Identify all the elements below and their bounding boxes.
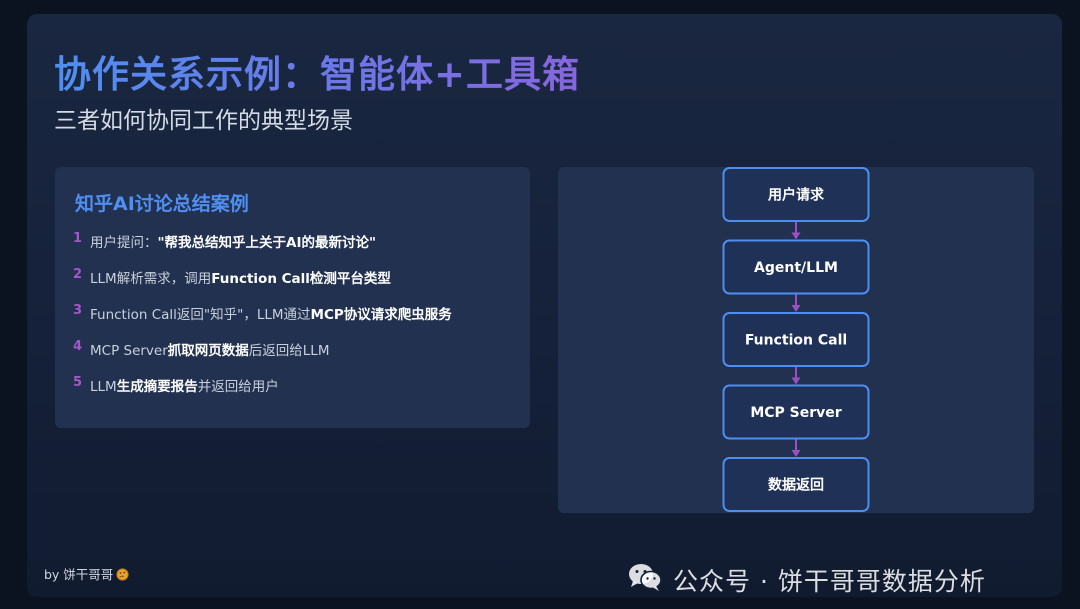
case-step-plain: LLM解析需求，调用 [90, 271, 212, 287]
case-step-plain: LLM [90, 379, 117, 395]
case-step-highlight: "帮我总结知乎上关于AI的最新讨论" [157, 235, 377, 251]
author-byline: by 饼干哥哥 [44, 564, 129, 584]
case-step: 1 用户提问："帮我总结知乎上关于AI的最新讨论" [73, 231, 452, 267]
case-step: 5 LLM生成摘要报告并返回给用户 [73, 375, 452, 411]
case-step-plain: 后返回给LLM [248, 343, 330, 359]
arrow-down-icon [791, 305, 801, 312]
slide-subtitle: 三者如何协同工作的典型场景 [54, 108, 353, 134]
case-step-number: 2 [73, 267, 83, 282]
case-step-number: 1 [73, 231, 83, 246]
flow-diagram-panel: 用户请求 Agent/LLM Function Call MCP Server 数据返回 [558, 167, 1034, 513]
case-step: 2 LLM解析需求，调用Function Call检测平台类型 [73, 267, 452, 303]
flow-node: 数据返回 [722, 457, 870, 512]
arrow-down-icon [791, 232, 801, 240]
case-step: 4 MCP Server抓取网页数据后返回给LLM [73, 339, 452, 375]
flow-node: Function Call [722, 312, 870, 367]
wechat-icon [627, 562, 663, 597]
case-step-number: 5 [73, 375, 83, 390]
flow-node-label: 用户请求 [768, 187, 825, 204]
flow-node-label: 数据返回 [768, 477, 824, 494]
watermark-text: 公众号 · 饼干哥哥数据分析 [673, 567, 986, 596]
case-title: 知乎AI讨论总结案例 [75, 193, 249, 215]
flow-node: MCP Server [722, 384, 870, 440]
case-step-highlight: 生成摘要报告 [116, 379, 198, 395]
case-step-text: LLM解析需求，调用Function Call检测平台类型 [90, 267, 391, 287]
flow-node-label: Function Call [745, 333, 847, 349]
cookie-emoji-icon [116, 568, 129, 584]
slide: 协作关系示例：智能体+工具箱 三者如何协同工作的典型场景 知乎AI讨论总结案例 … [27, 14, 1062, 597]
arrow-down-icon [791, 450, 801, 457]
wechat-watermark: 公众号 · 饼干哥哥数据分析 [627, 562, 986, 597]
flow-node-label: Agent/LLM [754, 260, 838, 276]
flow-node-label: MCP Server [750, 405, 841, 421]
case-card: 知乎AI讨论总结案例 1 用户提问："帮我总结知乎上关于AI的最新讨论" 2 LLM解… [55, 167, 530, 428]
case-step-highlight: MCP协议请求爬虫服务 [310, 307, 452, 323]
case-step-number: 4 [73, 339, 83, 354]
arrow-down-icon [791, 377, 801, 385]
case-step-highlight: 抓取网页数据 [167, 343, 249, 359]
case-step-text: Function Call返回"知乎"，LLM通过MCP协议请求爬虫服务 [90, 303, 452, 323]
case-step-highlight: Function Call检测平台类型 [211, 271, 391, 287]
case-step-number: 3 [73, 303, 83, 318]
author-byline-text: by 饼干哥哥 [44, 567, 114, 582]
case-step-plain: 用户提问： [90, 235, 158, 251]
flow-node: 用户请求 [722, 167, 870, 222]
case-step-text: MCP Server抓取网页数据后返回给LLM [90, 339, 329, 359]
case-step-plain: Function Call返回"知乎"，LLM通过 [90, 307, 311, 323]
case-step: 3 Function Call返回"知乎"，LLM通过MCP协议请求爬虫服务 [73, 303, 452, 339]
flow-diagram: 用户请求 Agent/LLM Function Call MCP Server 数据返回 [722, 167, 870, 512]
case-step-text: LLM生成摘要报告并返回给用户 [90, 375, 279, 395]
case-step-text: 用户提问："帮我总结知乎上关于AI的最新讨论" [90, 231, 376, 251]
flow-node: Agent/LLM [722, 239, 870, 295]
case-step-list: 1 用户提问："帮我总结知乎上关于AI的最新讨论" 2 LLM解析需求，调用Funct… [73, 231, 452, 411]
slide-title: 协作关系示例：智能体+工具箱 [54, 44, 580, 98]
case-step-plain: MCP Server [90, 343, 168, 359]
case-step-plain: 并返回给用户 [197, 379, 279, 395]
